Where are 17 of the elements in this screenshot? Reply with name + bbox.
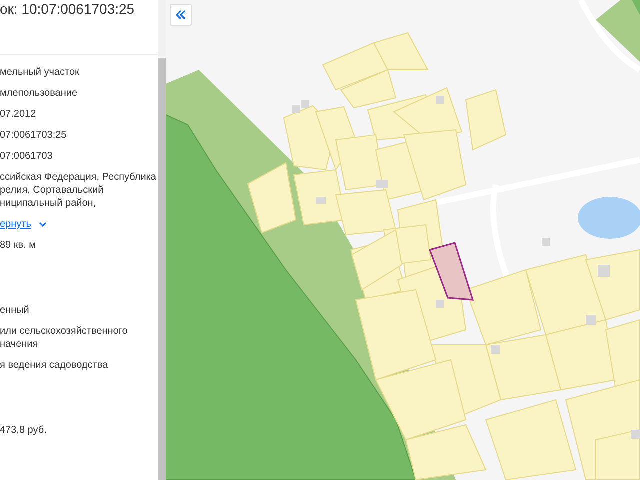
chevron-down-icon bbox=[39, 222, 48, 228]
field-value: млепользование bbox=[0, 87, 79, 100]
field-value: 07:0061703 bbox=[0, 150, 54, 163]
field-value: енный bbox=[0, 304, 30, 317]
field-value: ссийская Федерация, Республика релия, Сортавальский ниципальный район, bbox=[0, 171, 158, 210]
field-value: 07.2012 bbox=[0, 108, 38, 121]
field-value: 89 кв. м bbox=[0, 239, 38, 252]
collapse-panel-button[interactable] bbox=[170, 4, 192, 26]
field-value: 473,8 руб. bbox=[0, 424, 48, 437]
double-chevron-left-icon bbox=[175, 9, 187, 21]
field-value: я ведения садоводства bbox=[0, 359, 110, 372]
field-value: мельный участок bbox=[0, 66, 80, 79]
map-drawing[interactable] bbox=[166, 0, 640, 480]
field-value: 07:0061703:25 bbox=[0, 129, 68, 142]
parcel-title: ок: 10:07:0061703:25 bbox=[0, 0, 136, 18]
collapse-link[interactable]: ернуть bbox=[0, 218, 32, 231]
field-value: или сельскохозяйственного начения bbox=[0, 325, 129, 351]
